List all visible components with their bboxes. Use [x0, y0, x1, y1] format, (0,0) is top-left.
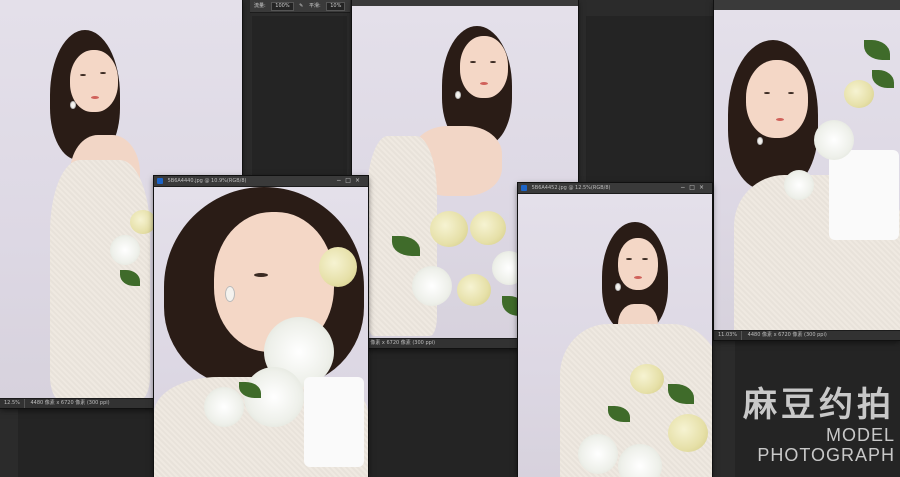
- watermark-chinese: 麻豆约拍: [743, 385, 895, 425]
- workspace-pane-middle: [252, 16, 347, 176]
- smooth-label: 平滑:: [308, 3, 321, 9]
- smooth-field[interactable]: 10%: [326, 2, 346, 11]
- document-window-5[interactable]: 11.03% 4480 像素 x 6720 像素 (300 ppi): [714, 0, 900, 340]
- photoshop-file-icon: [157, 178, 163, 184]
- canvas-photo-5[interactable]: [714, 10, 900, 330]
- canvas-photo-4[interactable]: [518, 194, 712, 477]
- document-dimensions: 4480 像素 x 6720 像素 (300 ppi): [30, 400, 110, 406]
- tool-options-bar: 流量: 100% ✎ 平滑: 10%: [250, 0, 350, 13]
- workspace-pane-center-bottom: [370, 348, 518, 477]
- canvas-photo-3[interactable]: [154, 187, 368, 477]
- status-bar-5: 11.03% 4480 像素 x 6720 像素 (300 ppi): [714, 330, 900, 340]
- document-window-3[interactable]: 5B6A4440.jpg @ 10.9%(RGB/8) −□×: [154, 176, 368, 477]
- title-bar-3[interactable]: 5B6A4440.jpg @ 10.9%(RGB/8) −□×: [154, 176, 368, 187]
- document-dimensions: 4480 像素 x 6720 像素 (300 ppi): [747, 332, 827, 338]
- zoom-level[interactable]: 12.5%: [0, 399, 25, 408]
- zoom-level[interactable]: 11.03%: [714, 331, 743, 340]
- document-title: 5B6A4452.jpg @ 12.5%(RGB/8): [531, 185, 611, 191]
- watermark-english: MODEL PHOTOGRAPH: [757, 425, 895, 465]
- workspace-pane-right-top: [586, 16, 714, 184]
- opacity-field[interactable]: 100%: [271, 2, 294, 11]
- opacity-label: 流量:: [254, 3, 266, 9]
- title-bar-4[interactable]: 5B6A4452.jpg @ 12.5%(RGB/8) −□×: [518, 183, 712, 194]
- window-controls[interactable]: −□×: [336, 176, 364, 186]
- document-window-4[interactable]: 5B6A4452.jpg @ 12.5%(RGB/8) −□×: [518, 183, 712, 477]
- window-controls[interactable]: −□×: [680, 183, 708, 193]
- workspace-pane-left-bottom: [18, 408, 154, 477]
- photoshop-file-icon: [521, 185, 527, 191]
- airbrush-icon[interactable]: ✎: [299, 3, 303, 9]
- watermark: 麻豆约拍 MODEL PHOTOGRAPH: [690, 385, 895, 465]
- document-title: 5B6A4440.jpg @ 10.9%(RGB/8): [167, 178, 247, 184]
